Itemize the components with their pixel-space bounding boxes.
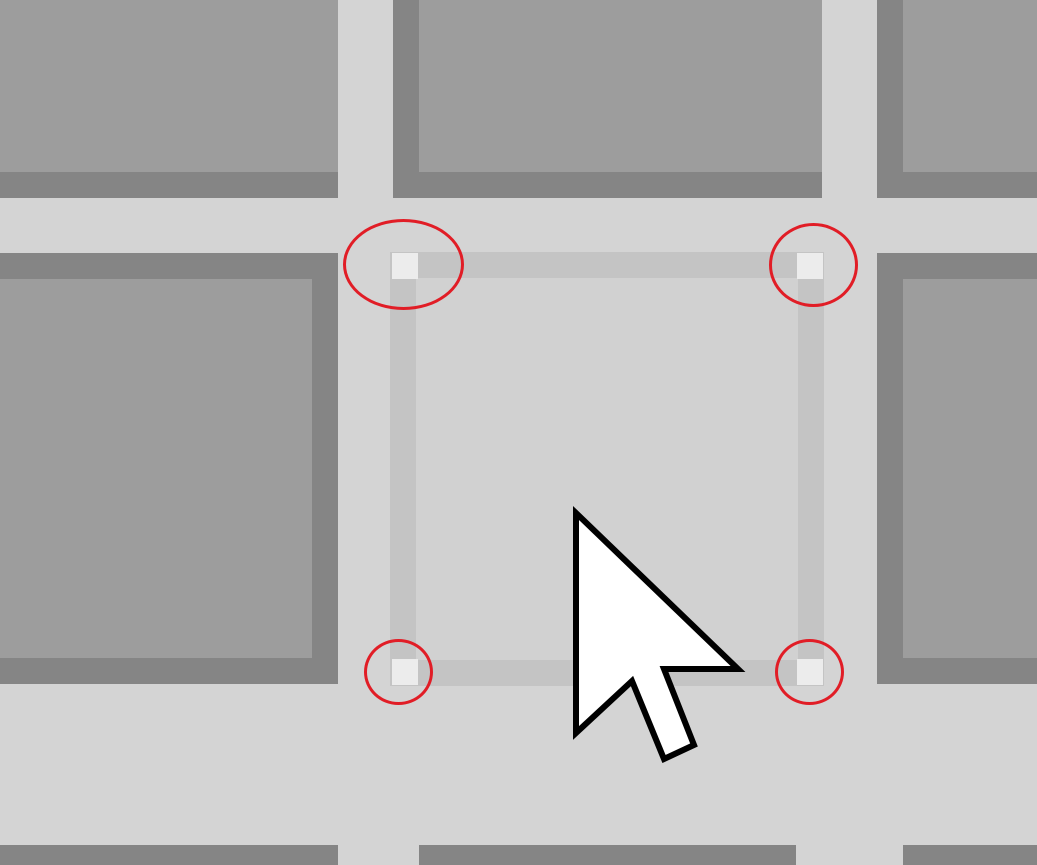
annotation-circle-top-right bbox=[769, 223, 858, 307]
grid-tile[interactable] bbox=[419, 845, 796, 865]
arrow-pointer-icon bbox=[573, 505, 746, 764]
grid-tile[interactable] bbox=[0, 253, 338, 684]
grid-tile[interactable] bbox=[877, 253, 1037, 684]
grid-tile[interactable] bbox=[393, 0, 822, 198]
annotation-circle-top-left bbox=[343, 219, 464, 310]
annotation-circle-bottom-right bbox=[775, 639, 844, 705]
pixel-grid-canvas bbox=[0, 0, 1037, 865]
grid-tile[interactable] bbox=[903, 845, 1037, 865]
grid-tile[interactable] bbox=[0, 0, 338, 198]
annotation-circle-bottom-left bbox=[364, 639, 433, 705]
grid-tile[interactable] bbox=[877, 0, 1037, 198]
grid-tile[interactable] bbox=[0, 845, 338, 865]
